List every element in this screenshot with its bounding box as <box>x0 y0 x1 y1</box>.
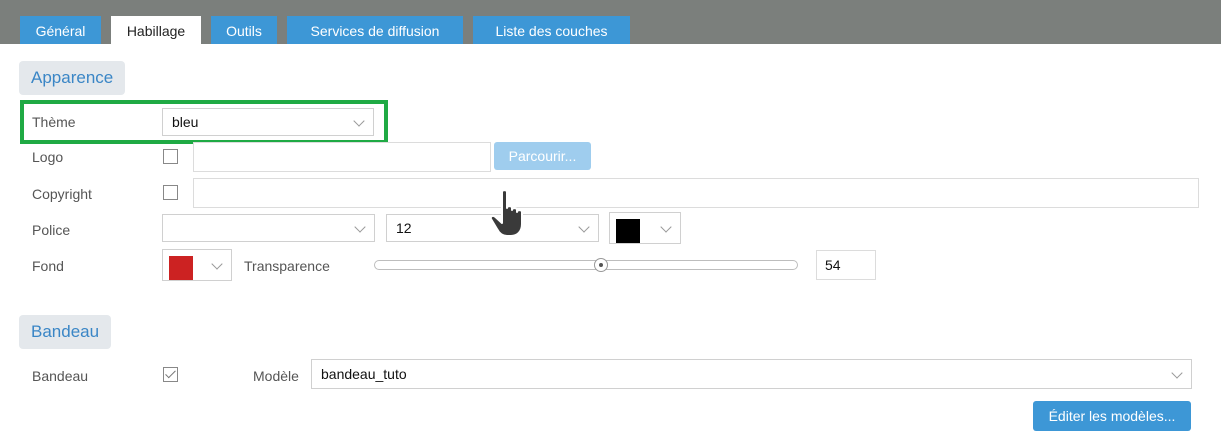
chevron-down-icon <box>211 258 223 270</box>
fond-label: Fond <box>32 258 64 274</box>
chevron-down-icon <box>1171 367 1183 379</box>
bandeau-label: Bandeau <box>32 368 89 384</box>
edit-templates-button[interactable]: Éditer les modèles... <box>1033 401 1191 431</box>
font-size-value: 12 <box>396 220 412 236</box>
hand-pointer-icon <box>489 189 523 237</box>
tab-general[interactable]: Général <box>20 16 101 44</box>
logo-checkbox[interactable] <box>163 149 178 164</box>
chevron-down-icon <box>578 221 590 233</box>
tab-outils[interactable]: Outils <box>211 16 277 44</box>
copyright-field[interactable] <box>193 178 1199 208</box>
transparence-slider-handle[interactable] <box>594 258 608 272</box>
section-title-apparence: Apparence <box>19 61 126 95</box>
chevron-down-icon <box>354 221 366 233</box>
copyright-checkbox[interactable] <box>163 185 178 200</box>
copyright-label: Copyright <box>32 186 92 202</box>
modele-label: Modèle <box>253 368 299 384</box>
chevron-down-icon <box>660 221 672 233</box>
tab-habillage[interactable]: Habillage <box>111 16 201 44</box>
bandeau-checkbox[interactable] <box>163 367 178 382</box>
police-label: Police <box>32 222 71 238</box>
tab-bar: Général Habillage Outils Services de dif… <box>0 0 1221 44</box>
logo-field[interactable] <box>193 142 491 172</box>
background-color-swatch <box>169 256 193 280</box>
tab-services-de-diffusion[interactable]: Services de diffusion <box>287 16 463 44</box>
tab-liste-des-couches[interactable]: Liste des couches <box>473 16 630 44</box>
font-color-swatch <box>616 219 640 243</box>
logo-label: Logo <box>32 149 64 165</box>
modele-select-value: bandeau_tuto <box>321 366 407 382</box>
transparence-input[interactable] <box>816 250 876 280</box>
transparence-slider-track[interactable] <box>374 260 798 270</box>
transparence-label: Transparence <box>244 258 330 274</box>
background-color-picker[interactable] <box>162 249 232 281</box>
browse-button[interactable]: Parcourir... <box>494 142 591 170</box>
font-color-picker[interactable] <box>609 212 681 244</box>
modele-select[interactable]: bandeau_tuto <box>311 359 1192 389</box>
font-select[interactable] <box>162 214 375 242</box>
section-title-bandeau: Bandeau <box>19 315 112 349</box>
highlight-box <box>20 100 388 144</box>
